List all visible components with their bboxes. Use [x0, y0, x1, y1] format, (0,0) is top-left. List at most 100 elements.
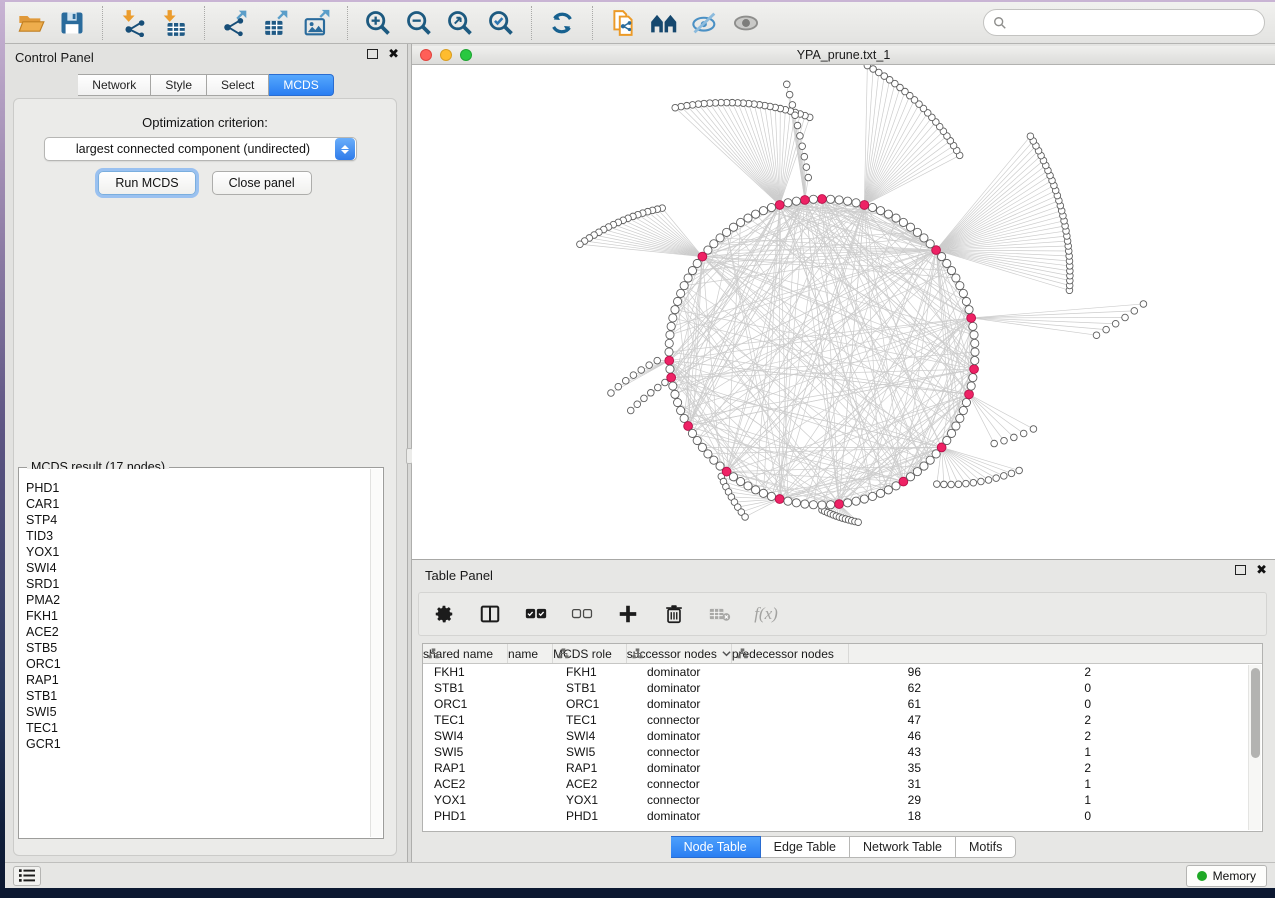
control-panel-tab[interactable]: Network: [78, 74, 151, 96]
table-row[interactable]: STB1 STB1 dominator 62 0: [423, 680, 1262, 696]
cell-predecessor-nodes[interactable]: 2: [933, 665, 1103, 679]
table-tab[interactable]: Motifs: [956, 836, 1016, 858]
table-settings-button[interactable]: [431, 601, 457, 627]
hide-graphics-details-button[interactable]: [689, 7, 721, 39]
cell-successor-nodes[interactable]: 43: [786, 745, 933, 759]
close-window-traffic-light[interactable]: [420, 49, 432, 61]
zoom-selected-button[interactable]: [485, 7, 517, 39]
cell-predecessor-nodes[interactable]: 2: [933, 761, 1103, 775]
cell-name[interactable]: TEC1: [555, 713, 636, 727]
select-all-columns-button[interactable]: [523, 601, 549, 627]
mcds-result-item[interactable]: SRD1: [26, 576, 370, 592]
cell-shared-name[interactable]: SWI5: [423, 745, 555, 759]
unselect-all-columns-button[interactable]: [569, 601, 595, 627]
run-mcds-button[interactable]: Run MCDS: [98, 171, 195, 195]
cell-successor-nodes[interactable]: 61: [786, 697, 933, 711]
minimize-window-traffic-light[interactable]: [440, 49, 452, 61]
search-box[interactable]: [983, 9, 1265, 36]
control-panel-tab[interactable]: Style: [151, 74, 207, 96]
table-row[interactable]: ACE2 ACE2 connector 31 1: [423, 776, 1262, 792]
table-row[interactable]: ORC1 ORC1 dominator 61 0: [423, 696, 1262, 712]
export-table-button[interactable]: [260, 7, 292, 39]
mcds-result-item[interactable]: SWI5: [26, 704, 370, 720]
column-header[interactable]: shared name: [423, 644, 508, 663]
cell-shared-name[interactable]: RAP1: [423, 761, 555, 775]
mcds-result-item[interactable]: STB5: [26, 640, 370, 656]
table-row[interactable]: RAP1 RAP1 dominator 35 2: [423, 760, 1262, 776]
create-column-button[interactable]: [615, 601, 641, 627]
close-panel-button[interactable]: Close panel: [212, 171, 312, 195]
show-graphics-details-button[interactable]: [730, 7, 762, 39]
control-panel-tab[interactable]: Select: [207, 74, 269, 96]
zoom-in-button[interactable]: [362, 7, 394, 39]
import-table-button[interactable]: [158, 7, 190, 39]
cell-name[interactable]: SWI5: [555, 745, 636, 759]
open-session-button[interactable]: [15, 7, 47, 39]
refresh-view-button[interactable]: [546, 7, 578, 39]
float-table-panel-icon[interactable]: [1235, 565, 1246, 575]
cell-mcds-role[interactable]: dominator: [636, 809, 786, 823]
cell-predecessor-nodes[interactable]: 1: [933, 793, 1103, 807]
cell-mcds-role[interactable]: dominator: [636, 761, 786, 775]
table-scrollbar-thumb[interactable]: [1251, 668, 1260, 758]
cell-mcds-role[interactable]: connector: [636, 793, 786, 807]
cell-successor-nodes[interactable]: 35: [786, 761, 933, 775]
mcds-result-item[interactable]: STB1: [26, 688, 370, 704]
mcds-result-item[interactable]: PHD1: [26, 480, 370, 496]
cell-name[interactable]: ACE2: [555, 777, 636, 791]
export-network-button[interactable]: [219, 7, 251, 39]
optimization-criterion-select[interactable]: largest connected component (undirected): [44, 137, 357, 161]
delete-column-button[interactable]: [661, 601, 687, 627]
import-network-button[interactable]: [117, 7, 149, 39]
cell-predecessor-nodes[interactable]: 0: [933, 809, 1103, 823]
cell-shared-name[interactable]: TEC1: [423, 713, 555, 727]
cell-shared-name[interactable]: YOX1: [423, 793, 555, 807]
clone-network-button[interactable]: [607, 7, 639, 39]
column-header[interactable]: successor nodes: [627, 644, 732, 663]
mcds-result-item[interactable]: PMA2: [26, 592, 370, 608]
table-row[interactable]: FKH1 FKH1 dominator 96 2: [423, 664, 1262, 680]
table-tab[interactable]: Network Table: [850, 836, 956, 858]
column-header[interactable]: MCDS role: [553, 644, 627, 663]
cell-predecessor-nodes[interactable]: 1: [933, 777, 1103, 791]
mcds-result-item[interactable]: CAR1: [26, 496, 370, 512]
mcds-result-item[interactable]: TEC1: [26, 720, 370, 736]
cell-shared-name[interactable]: ACE2: [423, 777, 555, 791]
table-tab[interactable]: Edge Table: [761, 836, 850, 858]
cell-successor-nodes[interactable]: 96: [786, 665, 933, 679]
table-tab[interactable]: Node Table: [671, 836, 761, 858]
cell-shared-name[interactable]: FKH1: [423, 665, 555, 679]
table-row[interactable]: YOX1 YOX1 connector 29 1: [423, 792, 1262, 808]
cell-successor-nodes[interactable]: 18: [786, 809, 933, 823]
cell-name[interactable]: FKH1: [555, 665, 636, 679]
table-row[interactable]: TEC1 TEC1 connector 47 2: [423, 712, 1262, 728]
cell-successor-nodes[interactable]: 31: [786, 777, 933, 791]
cell-mcds-role[interactable]: dominator: [636, 697, 786, 711]
mcds-result-item[interactable]: ACE2: [26, 624, 370, 640]
close-panel-icon[interactable]: ✖: [388, 49, 399, 59]
table-scrollbar[interactable]: [1248, 665, 1261, 830]
cell-successor-nodes[interactable]: 47: [786, 713, 933, 727]
column-header[interactable]: name: [508, 644, 553, 663]
show-column-panel-button[interactable]: [477, 601, 503, 627]
cell-name[interactable]: YOX1: [555, 793, 636, 807]
mcds-result-scrollbar[interactable]: [370, 469, 382, 837]
cell-shared-name[interactable]: SWI4: [423, 729, 555, 743]
show-panels-button[interactable]: [648, 7, 680, 39]
cell-name[interactable]: PHD1: [555, 809, 636, 823]
cell-mcds-role[interactable]: dominator: [636, 729, 786, 743]
cell-successor-nodes[interactable]: 62: [786, 681, 933, 695]
cell-shared-name[interactable]: PHD1: [423, 809, 555, 823]
network-canvas[interactable]: [412, 65, 1275, 559]
cell-name[interactable]: STB1: [555, 681, 636, 695]
float-panel-icon[interactable]: [367, 49, 378, 59]
function-builder-button[interactable]: f(x): [753, 601, 779, 627]
mcds-result-item[interactable]: RAP1: [26, 672, 370, 688]
mcds-result-item[interactable]: TID3: [26, 528, 370, 544]
mcds-result-item[interactable]: SWI4: [26, 560, 370, 576]
cell-predecessor-nodes[interactable]: 0: [933, 681, 1103, 695]
cell-mcds-role[interactable]: dominator: [636, 665, 786, 679]
mcds-result-item[interactable]: ORC1: [26, 656, 370, 672]
cell-predecessor-nodes[interactable]: 2: [933, 713, 1103, 727]
table-row[interactable]: SWI4 SWI4 dominator 46 2: [423, 728, 1262, 744]
